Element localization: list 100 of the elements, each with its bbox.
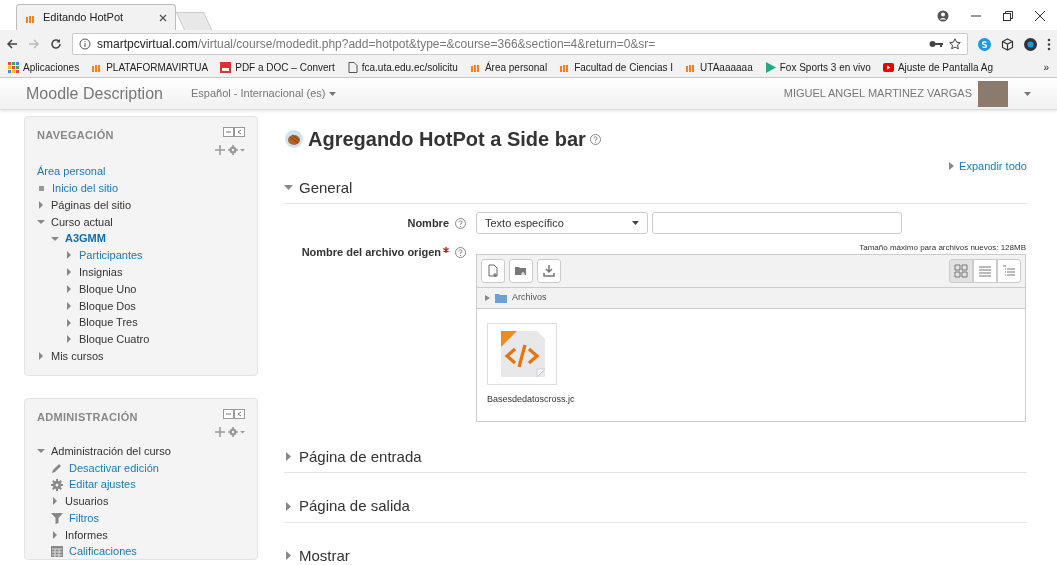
file-toolbar-button[interactable] <box>509 259 533 283</box>
nav-item[interactable]: Mis cursos <box>51 347 104 365</box>
nav-item[interactable]: Usuarios <box>65 493 109 510</box>
caret-right-icon[interactable] <box>65 268 73 277</box>
caret-right-icon <box>948 162 956 171</box>
page-heading: Agregando HotPot a Side bar <box>308 127 586 152</box>
more-bookmarks-button[interactable]: » <box>1043 60 1049 75</box>
caret-down-icon[interactable] <box>51 234 59 243</box>
nav-link[interactable]: Inicio del sitio <box>52 179 119 197</box>
caret-right-icon[interactable] <box>284 452 293 462</box>
view-toggle-button[interactable] <box>973 259 997 283</box>
caret-down-icon[interactable] <box>37 217 45 226</box>
help-icon[interactable] <box>589 133 601 145</box>
nav-link[interactable]: A3GMM <box>65 230 106 247</box>
caret-right-icon[interactable] <box>37 352 45 361</box>
gear-icon <box>51 478 63 491</box>
view-toggle-button[interactable] <box>949 259 973 283</box>
caret-right-icon[interactable] <box>485 294 490 301</box>
star-icon[interactable] <box>949 38 961 50</box>
key-icon[interactable] <box>929 39 943 49</box>
skype-icon[interactable] <box>978 37 991 51</box>
caret-right-icon[interactable] <box>65 335 73 344</box>
caret-right-icon[interactable] <box>284 551 293 561</box>
avatar-photo-placeholder[interactable] <box>978 80 1008 107</box>
file-toolbar-button[interactable] <box>537 259 561 283</box>
language-menu[interactable]: Español - Internacional (es) <box>190 85 336 102</box>
caret-right-icon[interactable] <box>65 301 73 310</box>
nav-item[interactable]: Bloque Cuatro <box>79 331 150 348</box>
move-gear-controls-icon[interactable] <box>215 145 245 155</box>
nav-item[interactable]: Informes <box>65 526 108 544</box>
cube-icon[interactable] <box>1001 37 1014 51</box>
folder-path-link[interactable]: Archivos <box>512 291 547 305</box>
caret-icon[interactable] <box>1024 91 1031 96</box>
nav-link[interactable]: Filtros <box>69 509 99 527</box>
caret-right-icon[interactable] <box>37 201 45 209</box>
browser-tab[interactable]: Editando HotPot <box>16 4 176 30</box>
section-header[interactable]: Mostrar <box>299 544 350 565</box>
name-input-field[interactable] <box>652 212 902 234</box>
move-gear-controls-icon[interactable] <box>215 426 245 437</box>
nav-link[interactable]: Desactivar edición <box>69 459 159 476</box>
bookmark-link[interactable]: Ajuste de Pantalla Ag <box>897 60 993 75</box>
dock-controls-icon[interactable] <box>223 408 245 419</box>
caret-right-icon[interactable] <box>51 497 59 506</box>
bookmark-link[interactable]: PDF a DOC – Convert <box>235 60 335 75</box>
dock-controls-icon[interactable] <box>223 127 245 137</box>
nav-item[interactable]: Bloque Dos <box>79 297 136 314</box>
tree-view-icon <box>1002 264 1016 278</box>
view-toggle-button[interactable] <box>997 259 1021 283</box>
bookmark-link[interactable]: fca.uta.edu.ec/solicitu <box>361 60 458 75</box>
reload-icon[interactable] <box>50 38 62 50</box>
list-view-icon <box>978 264 992 278</box>
close-icon[interactable] <box>1035 11 1045 21</box>
caret-right-icon[interactable] <box>284 501 293 511</box>
nav-item[interactable]: Insignias <box>79 263 123 281</box>
expand-all-link[interactable]: Expandir todo <box>959 158 1027 175</box>
new-tab-button[interactable] <box>175 12 213 30</box>
back-arrow-icon[interactable] <box>6 38 18 50</box>
restore-icon[interactable] <box>1003 11 1013 21</box>
caret-right-icon[interactable] <box>65 251 73 260</box>
nav-link[interactable]: Participantes <box>79 247 143 264</box>
bookmark-link[interactable]: Área personal <box>484 60 548 75</box>
bookmark-link[interactable]: Facultad de Ciencias I <box>574 60 674 75</box>
site-name[interactable]: Moodle Description <box>26 81 163 106</box>
add-file-icon <box>486 264 500 278</box>
profile-icon[interactable] <box>937 10 949 22</box>
nav-item[interactable]: Páginas del sitio <box>51 196 132 214</box>
field-label: Nombre <box>407 215 449 231</box>
nav-item[interactable]: Bloque Tres <box>79 314 138 331</box>
address-bar[interactable]: smartpcvirtual.com/virtual/course/modedit.php?add=hotpot&type=&course=366&section=4&return=0&sr= <box>72 33 968 55</box>
bookmark-link[interactable]: Aplicaciones <box>23 60 80 75</box>
nav-link[interactable]: Área personal <box>37 163 106 180</box>
block-title: ADMINISTRACIÓN <box>37 409 138 425</box>
section-header[interactable]: General <box>299 176 353 199</box>
caret-down-icon[interactable] <box>284 183 293 193</box>
folder-icon <box>495 292 507 303</box>
menu-icon[interactable] <box>1047 37 1051 51</box>
nav-link[interactable]: Editar ajustes <box>69 476 136 493</box>
bookmark-link[interactable]: Fox Sports 3 en vivo <box>779 60 871 75</box>
icon-view-icon <box>954 264 968 278</box>
help-icon[interactable] <box>455 217 466 229</box>
caret-down-icon[interactable] <box>37 446 45 455</box>
bookmark-link[interactable]: PLATAFORMAVIRTUA <box>106 60 209 75</box>
section-header[interactable]: Página de salida <box>299 495 410 518</box>
url-text: smartpcvirtual.com/virtual/course/modedit.php?add=hotpot&type=&course=366&section=4&return=0&sr= <box>97 36 657 53</box>
section-header[interactable]: Página de entrada <box>299 445 422 468</box>
help-icon[interactable] <box>455 246 466 258</box>
caret-right-icon[interactable] <box>51 530 59 539</box>
file-toolbar-button[interactable] <box>481 259 505 283</box>
forward-arrow-icon[interactable] <box>28 38 40 50</box>
nav-item[interactable]: Curso actual <box>51 213 113 231</box>
close-icon[interactable] <box>159 13 167 22</box>
file-name[interactable]: Basesdedatoscross.jc <box>487 393 577 407</box>
bookmark-link[interactable]: UTAaaaaaa <box>700 60 753 75</box>
caret-right-icon[interactable] <box>65 318 73 327</box>
nav-item[interactable]: Bloque Uno <box>79 280 137 298</box>
name-select[interactable]: Texto específico <box>476 212 648 234</box>
caret-right-icon[interactable] <box>65 284 73 293</box>
user-name[interactable]: MIGUEL ANGEL MARTINEZ VARGAS <box>783 85 972 102</box>
nav-item[interactable]: Administración del curso <box>51 442 171 460</box>
nav-link[interactable]: Calificaciones <box>69 543 137 559</box>
